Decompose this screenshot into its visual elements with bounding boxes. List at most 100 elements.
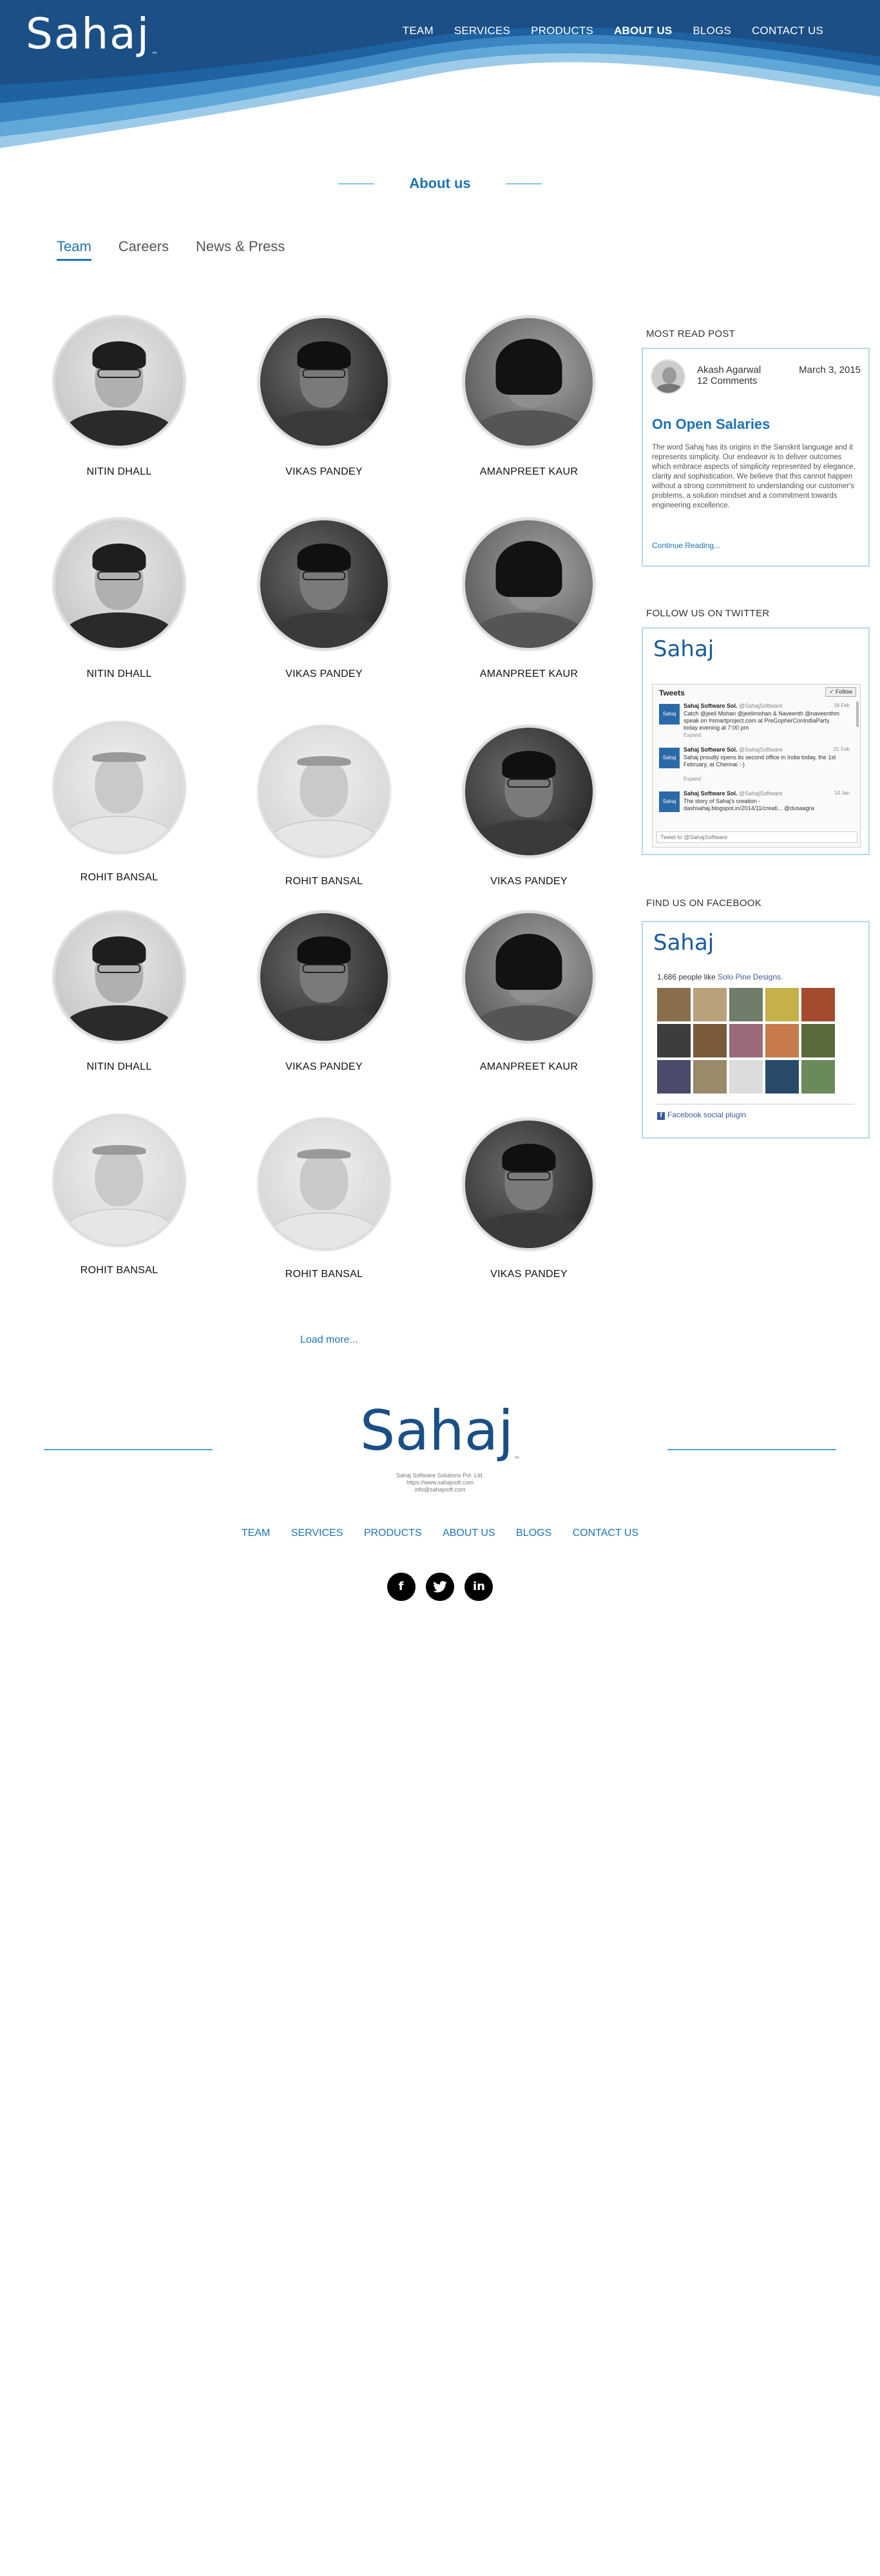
member-name: ROHIT BANSAL: [285, 1269, 363, 1280]
site-header: Sahaj ™ TEAM SERVICES PRODUCTS ABOUT US B…: [0, 0, 880, 167]
fan-avatar[interactable]: [729, 988, 763, 1021]
fan-avatar[interactable]: [729, 1024, 763, 1057]
member-name: VIKAS PANDEY: [285, 1061, 363, 1072]
footer-website[interactable]: https://www.sahajsoft.com: [0, 1479, 880, 1486]
team-member-card[interactable]: NITIN DHALL: [45, 518, 193, 680]
tweet-author: Sahaj Software Sol. @SahajSoftware: [684, 703, 783, 709]
team-member-card[interactable]: ROHIT BANSAL: [45, 1114, 193, 1276]
member-photo: [463, 725, 595, 858]
member-photo: [463, 518, 595, 650]
load-more-link[interactable]: Load more...: [300, 1334, 358, 1346]
continue-reading-link[interactable]: Continue Reading...: [652, 541, 720, 550]
fan-avatar[interactable]: [693, 1060, 727, 1094]
team-member-card[interactable]: VIKAS PANDEY: [250, 518, 398, 680]
section-heading: About us: [0, 175, 880, 192]
tab-news-press[interactable]: News & Press: [196, 238, 285, 261]
member-photo: [463, 1118, 595, 1251]
team-member-card[interactable]: AMANPREET KAUR: [455, 518, 603, 680]
timeline-scrollbar[interactable]: [856, 701, 859, 727]
team-member-card[interactable]: VIKAS PANDEY: [455, 1118, 603, 1280]
tweet-expand[interactable]: Expand: [684, 776, 701, 782]
tweet-to-input[interactable]: Tweet to @SahajSoftware: [656, 831, 857, 843]
fan-avatar[interactable]: [801, 1060, 835, 1094]
team-member-card[interactable]: NITIN DHALL: [45, 911, 193, 1073]
post-date: March 3, 2015: [799, 365, 861, 375]
fan-avatar[interactable]: [765, 1024, 799, 1057]
team-member-card[interactable]: ROHIT BANSAL: [250, 1118, 398, 1280]
footer-logo[interactable]: Sahaj™: [0, 1399, 880, 1463]
tweet-avatar: Sahaj: [659, 748, 680, 768]
member-photo: [463, 911, 595, 1043]
tweet-item[interactable]: Sahaj Sahaj Software Sol. @SahajSoftware…: [656, 789, 850, 826]
team-member-card[interactable]: VIKAS PANDEY: [250, 316, 398, 478]
nav-item-blogs[interactable]: BLOGS: [693, 24, 731, 37]
post-title-link[interactable]: On Open Salaries: [652, 416, 770, 433]
footer-nav-blogs[interactable]: BLOGS: [516, 1528, 551, 1539]
site-logo[interactable]: Sahaj ™: [26, 9, 159, 59]
member-photo: [258, 725, 390, 858]
fan-avatar[interactable]: [693, 988, 727, 1021]
nav-item-team[interactable]: TEAM: [403, 24, 434, 37]
team-member-card[interactable]: ROHIT BANSAL: [250, 725, 398, 887]
linkedin-icon[interactable]: in: [464, 1573, 493, 1601]
follow-button[interactable]: ✓ Follow: [825, 687, 856, 697]
most-read-card: Akash Agarwal 12 Comments March 3, 2015 …: [642, 348, 870, 567]
team-member-card[interactable]: AMANPREET KAUR: [455, 316, 603, 478]
tab-careers[interactable]: Careers: [119, 238, 169, 261]
nav-item-products[interactable]: PRODUCTS: [531, 24, 593, 37]
most-read-heading: MOST READ POST: [646, 328, 736, 339]
fan-avatar[interactable]: [801, 988, 835, 1021]
member-name: ROHIT BANSAL: [80, 872, 158, 883]
member-photo: [53, 911, 186, 1043]
facebook-like-box: 1,686 people like Solo Pine Designs. f Fa…: [652, 969, 861, 1142]
tweet-avatar: Sahaj: [659, 791, 680, 812]
facebook-page-link[interactable]: Solo Pine Designs.: [718, 972, 783, 981]
team-member-card[interactable]: AMANPREET KAUR: [455, 911, 603, 1073]
post-author-name: Akash Agarwal: [697, 365, 761, 375]
team-member-card[interactable]: VIKAS PANDEY: [455, 725, 603, 887]
member-name: ROHIT BANSAL: [285, 876, 363, 887]
member-photo: [258, 1118, 390, 1251]
facebook-plugin-label[interactable]: f Facebook social plugin: [657, 1110, 746, 1120]
facebook-like-count: 1,686 people like Solo Pine Designs.: [657, 972, 783, 981]
fan-avatar[interactable]: [765, 1060, 799, 1094]
fan-avatar[interactable]: [729, 1060, 763, 1094]
fan-avatar[interactable]: [765, 988, 799, 1021]
team-member-card[interactable]: VIKAS PANDEY: [250, 911, 398, 1073]
footer-nav-contact-us[interactable]: CONTACT US: [573, 1528, 639, 1539]
tweet-expand[interactable]: Expand: [684, 732, 701, 738]
team-member-card[interactable]: ROHIT BANSAL: [45, 721, 193, 884]
tab-team[interactable]: Team: [57, 238, 91, 261]
nav-item-services[interactable]: SERVICES: [454, 24, 510, 37]
post-comment-count: 12 Comments: [697, 375, 758, 386]
facebook-heading: FIND US ON FACEBOOK: [646, 898, 762, 909]
footer-nav-team[interactable]: TEAM: [242, 1528, 270, 1539]
member-name: VIKAS PANDEY: [285, 466, 363, 477]
main-nav: TEAM SERVICES PRODUCTS ABOUT US BLOGS CO…: [382, 24, 823, 37]
fan-avatar[interactable]: [657, 988, 691, 1021]
fan-avatar[interactable]: [801, 1024, 835, 1057]
footer-company-info: Sahaj Software Solutions Pvt. Ltd. https…: [0, 1472, 880, 1493]
facebook-icon[interactable]: f: [387, 1573, 416, 1601]
member-photo: [53, 721, 186, 854]
footer-nav-services[interactable]: SERVICES: [291, 1528, 343, 1539]
tweet-text: The story of Sahaj's creation - dashsaha…: [684, 798, 814, 811]
tweet-item[interactable]: Sahaj Sahaj Software Sol. @SahajSoftware…: [656, 701, 850, 739]
twitter-icon[interactable]: [426, 1573, 454, 1601]
footer-nav: TEAM SERVICES PRODUCTS ABOUT US BLOGS CO…: [0, 1528, 880, 1539]
member-name: NITIN DHALL: [86, 1061, 152, 1072]
tweet-item[interactable]: Sahaj Sahaj Software Sol. @SahajSoftware…: [656, 745, 850, 782]
fan-avatar[interactable]: [693, 1024, 727, 1057]
member-photo: [258, 518, 390, 650]
footer-nav-products[interactable]: PRODUCTS: [364, 1528, 422, 1539]
member-photo: [258, 316, 390, 448]
team-member-card[interactable]: NITIN DHALL: [45, 316, 193, 478]
fan-avatar[interactable]: [657, 1060, 691, 1094]
footer-email[interactable]: info@sahajsoft.com: [0, 1486, 880, 1493]
footer-nav-about-us[interactable]: ABOUT US: [443, 1528, 495, 1539]
member-photo: [463, 316, 595, 448]
nav-item-contact-us[interactable]: CONTACT US: [752, 24, 823, 37]
twitter-timeline[interactable]: Tweets ✓ Follow Sahaj Sahaj Software Sol…: [652, 684, 861, 848]
nav-item-about-us[interactable]: ABOUT US: [614, 24, 672, 37]
fan-avatar[interactable]: [657, 1024, 691, 1057]
